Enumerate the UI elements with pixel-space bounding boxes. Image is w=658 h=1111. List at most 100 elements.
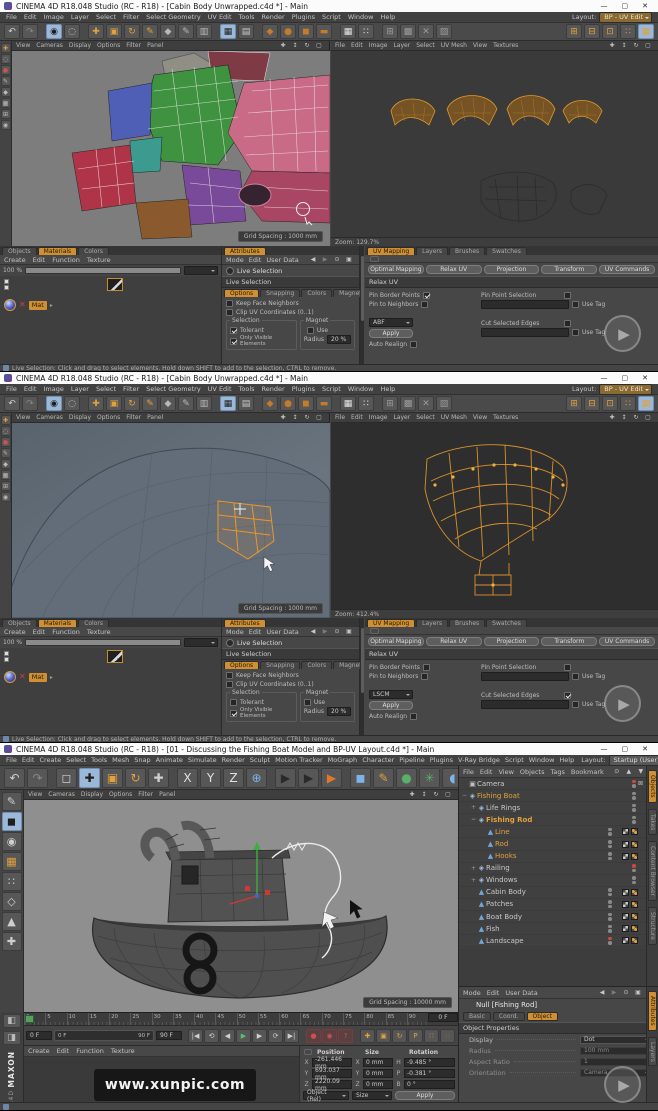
object-tree-item[interactable]: + Life Rings <box>459 802 646 815</box>
visibility-toggle-icon[interactable] <box>606 924 614 933</box>
texture-tag-icons[interactable] <box>622 900 646 908</box>
play-reverse-button[interactable]: ⟲ <box>204 1028 219 1043</box>
uv-command-tab[interactable]: Relax UV <box>425 637 482 646</box>
cylinder-mapping-icon[interactable]: ◼ <box>298 396 314 411</box>
only-visible-checkbox[interactable] <box>230 709 237 717</box>
materials-menu-item[interactable]: Edit <box>33 628 46 636</box>
object-tree-item[interactable]: Rod <box>459 838 646 851</box>
visibility-toggle-icon[interactable] <box>606 900 614 909</box>
zoom-view-icon[interactable]: ↕ <box>290 413 301 422</box>
cut-edges-field[interactable] <box>481 328 569 337</box>
previous-frame-button[interactable]: ◀ <box>220 1028 235 1043</box>
attribute-tab[interactable]: Basic <box>463 1012 491 1021</box>
uv-pack-icon[interactable]: ⊟ <box>584 24 600 39</box>
perspective-viewport[interactable]: View Cameras Display Options Filter Panel ✚ ↕ ↻… <box>24 790 458 1012</box>
soft-selection-icon[interactable]: ◌ <box>64 396 80 411</box>
title-bar[interactable]: CINEMA 4D R18.048 Studio (RC - R18) - [C… <box>0 372 658 384</box>
key-rotation-icon[interactable]: ↻ <box>392 1028 407 1043</box>
clip-uv-checkbox[interactable] <box>226 681 233 688</box>
viewport-menu-item[interactable]: Filter <box>126 414 141 421</box>
auto-realign-checkbox[interactable] <box>410 713 418 720</box>
soft-selection-icon[interactable]: ◌ <box>64 24 80 39</box>
close-button[interactable]: ✕ <box>642 0 648 12</box>
target-icon[interactable]: ◉ <box>0 120 11 130</box>
uv-relax-tool-icon[interactable]: ▩ <box>400 396 416 411</box>
record-position-icon[interactable]: ● <box>306 1028 321 1043</box>
uv-command-tab[interactable]: UV Commands <box>599 637 655 646</box>
menu-item[interactable]: Animate <box>156 756 183 764</box>
viewport-menu-item[interactable]: View <box>16 414 30 421</box>
perspective-viewport[interactable]: View Cameras Display Options Filter Panel ✚ ↕ ↻… <box>12 41 330 246</box>
texture-thumbnail[interactable] <box>107 650 123 663</box>
menu-item[interactable]: Tools <box>239 13 255 21</box>
object-manager-menu-item[interactable]: View <box>498 768 513 776</box>
checkerboard-icon[interactable]: ▦ <box>340 396 356 411</box>
texture-menu-item[interactable]: File <box>335 414 345 421</box>
uv-peel-icon[interactable]: ▨ <box>436 24 452 39</box>
panel-tab[interactable]: Materials <box>37 619 78 627</box>
menu-item[interactable]: Window <box>348 385 374 393</box>
attributes-menu-item[interactable]: Mode <box>463 989 481 997</box>
uv-grid-icon[interactable]: ⊞ <box>382 396 398 411</box>
autokey-icon[interactable]: ? <box>338 1028 353 1043</box>
lock-icon[interactable]: ▣ <box>344 255 355 264</box>
menu-item[interactable]: Help <box>380 13 395 21</box>
uv-command-tab[interactable]: Transform <box>541 637 598 646</box>
zoom-view-icon[interactable]: ↕ <box>290 41 301 50</box>
menu-item[interactable]: Motion Tracker <box>275 756 323 764</box>
rotate-icon[interactable]: ↻ <box>124 396 140 411</box>
attributes-menu-item[interactable]: Edit <box>249 256 262 264</box>
mirror-tool-icon[interactable]: ◆ <box>160 396 176 411</box>
keyframe-selection-icon[interactable]: ∷ <box>440 1028 455 1043</box>
materials-menu-item[interactable]: Texture <box>87 628 111 636</box>
materials-menu-item[interactable]: Create <box>4 256 26 264</box>
layout-preset-icon[interactable]: ◨ <box>2 1031 21 1045</box>
maximize-button[interactable]: ▢ <box>622 372 629 384</box>
sculpt-icon[interactable]: ▥ <box>196 24 212 39</box>
lasso-icon[interactable]: ◌ <box>0 54 11 64</box>
perspective-viewport[interactable]: View Cameras Display Options Filter Panel ✚ ↕ ↻… <box>12 413 330 618</box>
attribute-tab[interactable]: Coord. <box>492 1012 525 1021</box>
materials-zoom-slider[interactable] <box>25 639 181 646</box>
dot-pattern-icon[interactable]: ∷ <box>358 24 374 39</box>
materials-menu-item[interactable]: Edit <box>33 256 46 264</box>
viewport-menu-item[interactable]: View <box>16 42 30 49</box>
attributes-menu-item[interactable]: User Data <box>266 628 298 636</box>
target-icon[interactable]: ◉ <box>0 492 11 502</box>
texture-menu-item[interactable]: Layer <box>393 42 410 49</box>
panel-tab[interactable]: Objects <box>2 619 37 627</box>
key-pla-icon[interactable]: ∷ <box>424 1028 439 1043</box>
menu-item[interactable]: Window <box>529 756 555 764</box>
hull-3d-scene[interactable] <box>12 423 330 618</box>
pin-point-selection-field[interactable] <box>481 300 569 309</box>
goto-start-button[interactable]: |◀ <box>188 1028 203 1043</box>
brush-3d-icon[interactable]: ✎ <box>178 24 194 39</box>
texture-menu-item[interactable]: Image <box>369 42 388 49</box>
brush-3d-icon[interactable]: ✎ <box>178 396 194 411</box>
texture-menu-item[interactable]: Layer <box>393 414 410 421</box>
object-tree-item[interactable]: Cabin Body <box>459 887 646 899</box>
frontal-mapping-icon[interactable]: ▬ <box>316 24 332 39</box>
menu-item[interactable]: Tools <box>239 385 255 393</box>
close-button[interactable]: ✕ <box>642 743 648 755</box>
uv-polygons-mode-icon[interactable]: ▤ <box>238 396 254 411</box>
render-settings-icon[interactable]: ▶ <box>321 767 342 788</box>
menu-item[interactable]: Select <box>66 756 86 764</box>
home-icon[interactable]: ▲ <box>623 767 634 776</box>
rotate-view-icon[interactable]: ↻ <box>302 413 313 422</box>
rotate-view-icon[interactable]: ↻ <box>631 413 642 422</box>
panel-grid-icon[interactable] <box>370 627 379 634</box>
subdivision-surface-icon[interactable]: ● <box>396 767 417 788</box>
viewport-menu-item[interactable]: Filter <box>138 791 153 798</box>
scale-icon[interactable]: ▣ <box>106 396 122 411</box>
viewport-menu-item[interactable]: Display <box>69 42 91 49</box>
visibility-toggle-icon[interactable] <box>630 876 638 885</box>
grid-tool-icon[interactable]: ▦ <box>0 98 11 108</box>
material-name[interactable]: Mat <box>28 300 47 310</box>
materials-menu-item[interactable]: Texture <box>111 1047 135 1055</box>
texture-tag-icons[interactable] <box>622 852 646 860</box>
current-frame-field[interactable]: 0 F <box>428 1013 458 1022</box>
uv-mapping-tab[interactable]: Brushes <box>449 619 486 627</box>
menu-item[interactable]: Edit <box>24 385 37 393</box>
property-value-field[interactable]: 1 <box>580 1057 652 1066</box>
